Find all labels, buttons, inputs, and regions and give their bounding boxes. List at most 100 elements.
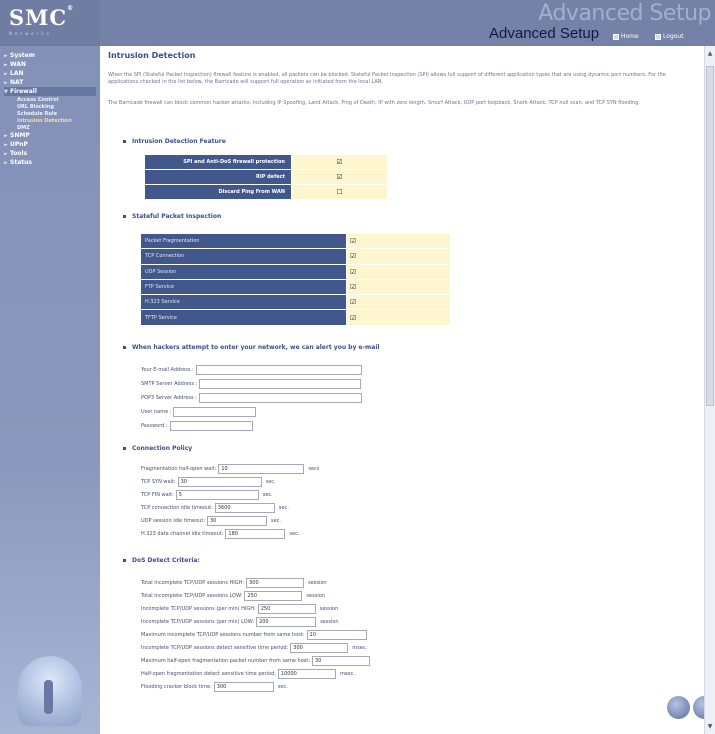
tcp-fin-wait-input[interactable] [175,489,259,500]
table-row: UDP Session ☑ [140,263,451,280]
sidebar-item-tools[interactable]: ► Tools [4,149,96,158]
attack-list-paragraph: The Barricade firewall can block common … [108,100,640,106]
username-row: User name : [141,406,257,417]
dos-block-time-input[interactable] [213,681,274,692]
table-row: Packet Fragmentation ☑ [140,232,451,250]
dos-row: Maximum incomplete TCP/UDP sessions numb… [141,629,367,640]
policy-row: TCP SYN wait: sec. [141,476,276,487]
scroll-down-arrow-icon[interactable]: ▼ [705,723,715,730]
spi-checkbox-udp[interactable]: ☑ [346,263,451,280]
sidebar-subitem-intrusion-detection[interactable]: Intrusion Detection [4,117,96,124]
dos-detect-period-input[interactable] [290,642,349,653]
feature-checkbox-spi[interactable]: ☑ [291,154,388,170]
badge-icon [693,696,704,719]
arrow-icon: ► [4,61,8,68]
section-heading-alert: When hackers attempt to enter your netwo… [123,344,379,351]
dos-halfopen-period-input[interactable] [277,668,336,679]
feature-label: RIP defect [144,169,292,185]
dos-total-high-input[interactable] [246,577,305,588]
logout-link[interactable]: Logout [655,33,684,40]
smc-logo: SMC® [9,5,75,30]
arrow-icon: ► [4,150,8,157]
spi-label: FTP Service [140,278,347,296]
section-heading-policy: Connection Policy [123,445,192,452]
spi-checkbox-ftp[interactable]: ☑ [346,278,451,296]
arrow-icon: ► [4,132,8,139]
sidebar-item-lan[interactable]: ► LAN [4,69,96,78]
dos-row: Incomplete TCP/UDP sessions (per min) HI… [141,603,338,614]
feature-checkbox-rip[interactable]: ☑ [291,169,388,185]
dos-permin-high-input[interactable] [257,603,316,614]
bullet-icon [123,215,126,218]
table-row: Discard Ping From WAN ☐ [144,184,388,200]
certification-badges [667,696,704,719]
dos-halfopen-max-input[interactable] [312,655,371,666]
bullet-icon [123,140,126,143]
spi-checkbox-tcp[interactable]: ☑ [346,248,451,265]
dos-max-sessions-input[interactable] [306,629,367,640]
sidebar-item-status[interactable]: ► Status [4,158,96,167]
spi-checkbox-tftp[interactable]: ☑ [346,309,451,326]
intro-paragraph: When the SPI (Stateful Packet Inspection… [108,72,666,85]
password-row: Password : [141,420,253,431]
email-row: Your E-mail Address : [141,364,362,375]
scroll-up-arrow-icon[interactable]: ▲ [705,50,715,57]
sidebar-item-system[interactable]: ► System [4,51,96,60]
table-row: TFTP Service ☑ [140,309,451,326]
sidebar-item-firewall[interactable]: ▼ Firewall [4,87,96,96]
email-field[interactable] [195,364,362,375]
spi-checkbox-h323[interactable]: ☑ [346,294,451,311]
logout-icon [655,33,661,40]
arrow-icon: ► [4,70,8,77]
password-field[interactable] [169,420,253,431]
sidebar-item-snmp[interactable]: ► SNMP [4,131,96,140]
home-link[interactable]: Home [613,33,639,40]
sidebar-subitem-dmz[interactable]: DMZ [4,124,96,131]
h323-idle-timeout-input[interactable] [225,528,286,539]
sidebar-item-wan[interactable]: ► WAN [4,60,96,69]
dos-row: Incomplete TCP/UDP sessions detect sensi… [141,642,367,653]
dos-total-low-input[interactable] [244,590,303,601]
sidebar-subitem-access-control[interactable]: Access Control [4,96,96,103]
smtp-server-field[interactable] [199,378,362,389]
feature-checkbox-discard-ping[interactable]: ☐ [291,184,388,200]
section-heading-dos: DoS Detect Criteria: [123,557,200,564]
arrow-icon: ► [4,79,8,86]
table-row: TCP Connection ☑ [140,248,451,265]
tcp-idle-timeout-input[interactable] [214,502,275,513]
udp-idle-timeout-input[interactable] [207,515,267,526]
table-row: SPI and Anti-DoS firewall protection ☑ [144,154,388,170]
page-header-title: Advanced Setup [489,25,600,42]
policy-row: TCP connection idle timeout: sec. [141,502,289,513]
person-figure-icon [44,680,53,714]
policy-row: Fragmentation half-open wait: secs [141,463,319,474]
sidebar: ► System ► WAN ► LAN ► NAT ▼ Firewall Access … [0,46,100,734]
spi-label: TFTP Service [140,309,347,326]
dos-row: Flooding cracker block time: sec. [141,681,288,692]
sidebar-nav: ► System ► WAN ► LAN ► NAT ▼ Firewall Access … [4,51,96,167]
sidebar-subitem-url-blocking[interactable]: URL Blocking [4,103,96,110]
spi-checkbox-fragmentation[interactable]: ☑ [346,232,451,250]
dos-permin-low-input[interactable] [256,616,317,627]
policy-row: TCP FIN wait: sec. [141,489,273,500]
feature-label: Discard Ping From WAN [144,184,292,200]
sidebar-subitem-schedule-rule[interactable]: Schedule Rule [4,110,96,117]
scroll-thumb[interactable] [706,66,714,406]
arrow-icon: ▼ [4,88,8,95]
tcp-syn-wait-input[interactable] [177,476,262,487]
spi-label: H.323 Service [140,294,347,311]
main-content: Intrusion Detection When the SPI (Statef… [100,46,704,734]
pop3-server-field[interactable] [198,392,362,403]
spi-label: Packet Fragmentation [140,232,347,250]
username-field[interactable] [173,406,257,417]
sidebar-item-nat[interactable]: ► NAT [4,78,96,87]
spi-table: Packet Fragmentation ☑ TCP Connection ☑ UD… [140,232,451,326]
dos-row: Total incomplete TCP/UDP sessions LOW: s… [141,590,325,601]
sidebar-item-upnp[interactable]: ► UPnP [4,140,96,149]
vertical-scrollbar[interactable]: ▲ ▼ [704,46,715,734]
page-title: Intrusion Detection [108,51,196,60]
spi-label: TCP Connection [140,248,347,265]
fragmentation-wait-input[interactable] [218,463,305,474]
arrow-icon: ► [4,159,8,166]
logo-area: SMC® Networks [0,0,100,46]
